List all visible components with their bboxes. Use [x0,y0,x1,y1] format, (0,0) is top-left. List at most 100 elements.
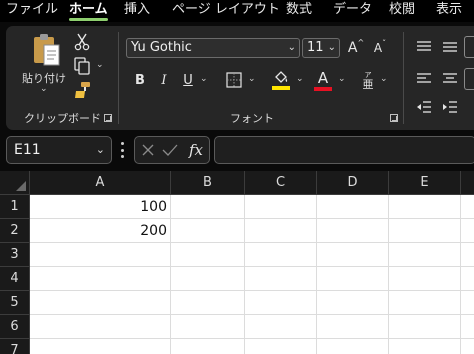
clipboard-dialog-launcher-icon[interactable] [104,114,112,122]
paste-icon[interactable] [26,32,66,68]
cell-a1[interactable]: 100 [30,195,171,219]
font-color-dropdown-icon[interactable]: ⌄ [338,74,346,84]
align-middle-icon[interactable] [440,38,460,56]
cancel-icon[interactable] [139,141,157,159]
grow-font-button[interactable]: A ^ [346,38,366,58]
cell-d2[interactable] [317,219,389,243]
copy-dropdown-icon[interactable]: ⌄ [96,60,104,70]
row-header-6[interactable]: 6 [0,315,30,339]
column-header-e[interactable]: E [389,171,461,195]
cell-f4[interactable] [461,267,474,291]
align-top-icon[interactable] [414,38,434,56]
merge-center-button[interactable] [464,68,474,90]
cut-icon[interactable] [72,32,92,52]
cell-c5[interactable] [245,291,317,315]
tab-home[interactable]: ホーム [69,0,108,22]
cell-e1[interactable] [389,195,461,219]
align-left-icon[interactable] [414,70,434,88]
cell-f7[interactable] [461,339,474,354]
shrink-font-button[interactable]: Aˇ [370,38,390,58]
more-options-icon[interactable] [120,142,124,158]
bold-button[interactable]: B [130,70,150,90]
fill-color-dropdown-icon[interactable]: ⌄ [296,74,304,84]
align-center-icon[interactable] [440,70,460,88]
cell-e6[interactable] [389,315,461,339]
cell-b6[interactable] [171,315,245,339]
cell-f3[interactable] [461,243,474,267]
column-header-f[interactable] [461,171,474,195]
font-dialog-launcher-icon[interactable] [390,114,398,122]
cell-c1[interactable] [245,195,317,219]
borders-dropdown-icon[interactable]: ⌄ [248,74,256,84]
italic-button[interactable]: I [154,70,174,90]
cell-a2[interactable]: 200 [30,219,171,243]
cell-d3[interactable] [317,243,389,267]
decrease-indent-icon[interactable] [414,98,434,116]
row-header-5[interactable]: 5 [0,291,30,315]
cell-e3[interactable] [389,243,461,267]
formula-input[interactable] [214,136,474,164]
cell-b2[interactable] [171,219,245,243]
enter-check-icon[interactable] [161,141,179,159]
cell-a4[interactable] [30,267,171,291]
tab-page-layout[interactable]: ページ レイアウト [172,0,280,22]
font-color-button[interactable]: A [312,68,334,92]
fill-color-button[interactable] [270,68,292,92]
row-header-2[interactable]: 2 [0,219,30,243]
cell-e2[interactable] [389,219,461,243]
cell-f5[interactable] [461,291,474,315]
cell-f1[interactable] [461,195,474,219]
column-header-b[interactable]: B [171,171,245,195]
cell-e4[interactable] [389,267,461,291]
increase-indent-icon[interactable] [440,98,460,116]
cell-b4[interactable] [171,267,245,291]
cell-e5[interactable] [389,291,461,315]
copy-icon[interactable] [72,56,92,76]
cell-f6[interactable] [461,315,474,339]
cell-c2[interactable] [245,219,317,243]
column-header-d[interactable]: D [317,171,389,195]
column-header-c[interactable]: C [245,171,317,195]
cell-a5[interactable] [30,291,171,315]
font-name-select[interactable]: Yu Gothic ⌄ [126,38,300,58]
row-header-4[interactable]: 4 [0,267,30,291]
phonetic-guide-button[interactable]: ア 亜 [358,68,378,92]
row-header-7[interactable]: 7 [0,339,30,354]
cell-a7[interactable] [30,339,171,354]
borders-icon[interactable] [224,70,244,90]
name-box[interactable]: E11 ⌄ [6,136,112,164]
tab-view[interactable]: 表示 [436,0,462,22]
phonetic-dropdown-icon[interactable]: ⌄ [380,74,388,84]
cell-a6[interactable] [30,315,171,339]
cell-b7[interactable] [171,339,245,354]
row-header-1[interactable]: 1 [0,195,30,219]
tab-file[interactable]: ファイル [6,0,58,22]
font-size-select[interactable]: 11 ⌄ [302,38,340,58]
cell-a3[interactable] [30,243,171,267]
insert-function-button[interactable]: fx [185,140,207,160]
select-all-button[interactable] [0,171,30,195]
cell-d5[interactable] [317,291,389,315]
tab-data[interactable]: データ [333,0,372,22]
tab-insert[interactable]: 挿入 [124,0,150,22]
paste-dropdown-icon[interactable]: ⌄ [40,84,48,94]
cell-e7[interactable] [389,339,461,354]
cell-b1[interactable] [171,195,245,219]
cell-c4[interactable] [245,267,317,291]
row-header-3[interactable]: 3 [0,243,30,267]
cell-d4[interactable] [317,267,389,291]
format-painter-icon[interactable] [72,80,92,100]
wrap-text-button[interactable] [464,36,474,58]
cell-c3[interactable] [245,243,317,267]
underline-dropdown-icon[interactable]: ⌄ [200,74,208,84]
cell-c6[interactable] [245,315,317,339]
cell-f2[interactable] [461,219,474,243]
tab-review[interactable]: 校閲 [389,0,415,22]
cell-c7[interactable] [245,339,317,354]
tab-formulas[interactable]: 数式 [286,0,312,22]
cell-b3[interactable] [171,243,245,267]
underline-button[interactable]: U [178,70,198,90]
cell-b5[interactable] [171,291,245,315]
cell-d1[interactable] [317,195,389,219]
cell-d6[interactable] [317,315,389,339]
